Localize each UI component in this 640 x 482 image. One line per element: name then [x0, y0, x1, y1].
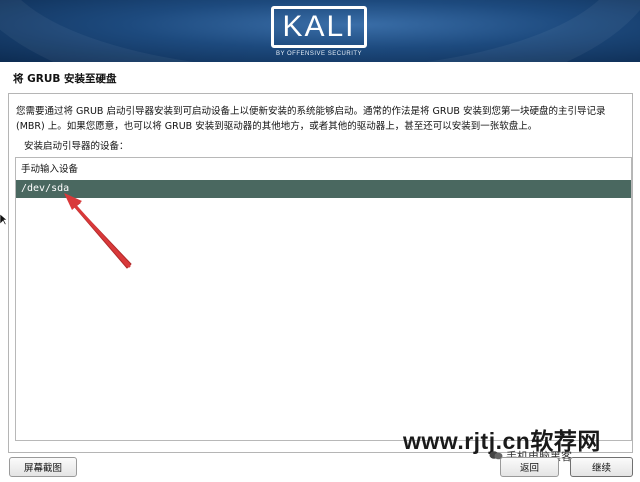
logo-text: KALI [282, 10, 356, 43]
screenshot-button[interactable]: 屏幕截图 [9, 457, 77, 477]
kali-logo: KALI [271, 6, 367, 48]
device-listbox[interactable]: 手动输入设备 /dev/sda [15, 157, 632, 441]
list-item-manual-entry[interactable]: 手动输入设备 [16, 161, 631, 179]
mouse-cursor-icon [0, 214, 8, 226]
description-line-1: 您需要通过将 GRUB 启动引导器安装到可启动设备上以便新安装的系统能够启动。通… [16, 106, 606, 117]
list-item-dev-sda[interactable]: /dev/sda [16, 180, 631, 198]
logo-subtitle: BY OFFENSIVE SECURITY [275, 51, 363, 57]
description: 您需要通过将 GRUB 启动引导器安装到可启动设备上以便新安装的系统能够启动。通… [16, 104, 626, 134]
header-banner: KALI BY OFFENSIVE SECURITY [0, 0, 640, 62]
device-prompt: 安装启动引导器的设备： [24, 141, 129, 152]
page-title: 将 GRUB 安装至硬盘 [13, 73, 117, 85]
description-line-2: (MBR) 上。如果您愿意，也可以将 GRUB 安装到驱动器的其他地方，或者其他… [16, 121, 538, 132]
back-button[interactable]: 返回 [500, 457, 559, 477]
continue-button[interactable]: 继续 [570, 457, 633, 477]
